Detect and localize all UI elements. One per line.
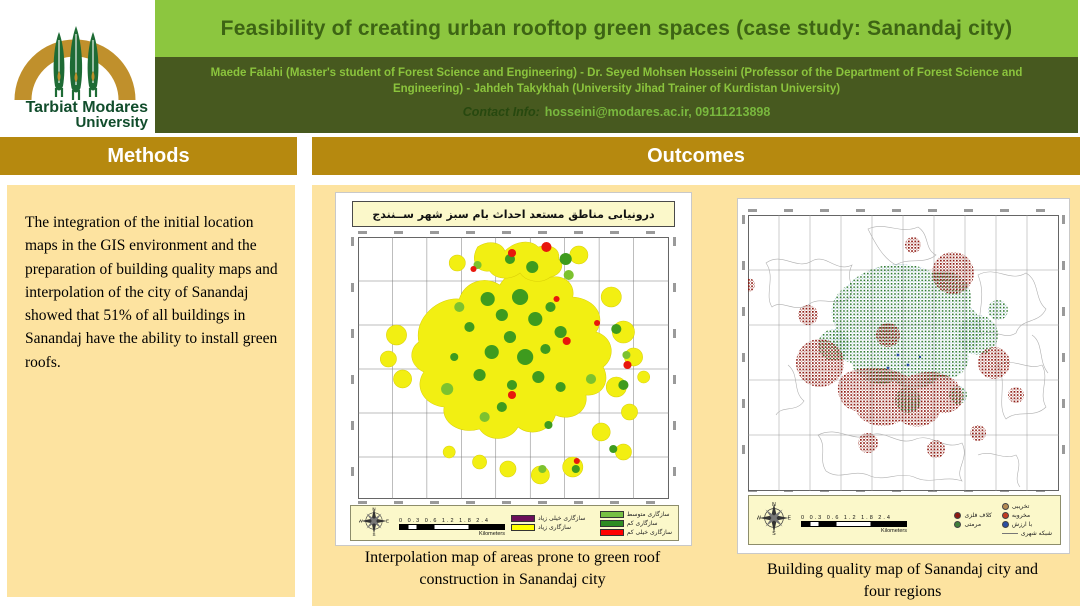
figure2-left-tick-labels bbox=[742, 215, 745, 487]
poster-title-bar: Feasibility of creating urban rooftop gr… bbox=[155, 0, 1078, 57]
svg-text:S: S bbox=[772, 531, 776, 535]
legend-item: با ارزش bbox=[1002, 521, 1052, 528]
legend-item: سازگاری خیلی کم bbox=[600, 529, 672, 536]
demolition-dot bbox=[1002, 503, 1009, 510]
figure2-top-tick-labels bbox=[748, 209, 1059, 212]
logo-cypress-trees bbox=[54, 26, 99, 100]
figure1-scale-bar: 0 0.3 0.6 1.2 1.8 2.4 Kilometers bbox=[399, 518, 505, 537]
figure2-right-tick-labels bbox=[1062, 215, 1065, 487]
figure1-right-tick-labels bbox=[673, 237, 676, 499]
poster-page: Tarbiat Modares University Feasibility o… bbox=[0, 0, 1084, 606]
figure2-legend: N S W E 0 0.3 0.6 1.2 1.8 2.4 Kilometers… bbox=[748, 495, 1061, 545]
figure1-caption: Interpolation map of areas prone to gree… bbox=[335, 547, 690, 590]
figure1-map-title-fa: درونیابی مناطق مستعد احداث بام سبز شهر س… bbox=[352, 201, 675, 227]
legend-label: سازگاری زیاد bbox=[538, 524, 571, 531]
tarbiat-modares-logo-icon: Tarbiat Modares University bbox=[0, 0, 152, 130]
legend-item: سازگاری زیاد bbox=[511, 524, 585, 531]
scale-unit: Kilometers bbox=[881, 528, 907, 534]
interpolation-map-image bbox=[358, 237, 669, 499]
methods-panel: The integration of the initial location … bbox=[7, 185, 295, 597]
legend-label: سازگاری کم bbox=[627, 520, 658, 527]
ruined-dot bbox=[1002, 512, 1009, 519]
valuable-dot bbox=[1002, 521, 1009, 528]
figure1-legend-col2: سازگاری متوسط سازگاری کم سازگاری خیلی کم bbox=[600, 511, 672, 536]
low-swatch bbox=[600, 520, 624, 527]
svg-text:N: N bbox=[372, 506, 375, 511]
legend-item: سازگاری خیلی زیاد bbox=[511, 515, 585, 522]
figure2-caption: Building quality map of Sanandaj city an… bbox=[737, 559, 1068, 602]
legend-item: تخریبی bbox=[1002, 503, 1052, 510]
legend-label: سازگاری خیلی زیاد bbox=[538, 515, 585, 522]
legend-label: با ارزش bbox=[1012, 521, 1032, 528]
very-high-swatch bbox=[511, 515, 535, 522]
methods-body-text: The integration of the initial location … bbox=[25, 211, 279, 374]
logo-text-line2: University bbox=[75, 114, 148, 130]
figure1-bottom-tick-labels bbox=[358, 501, 669, 504]
figure2-scale-bar: 0 0.3 0.6 1.2 1.8 2.4 Kilometers bbox=[801, 515, 907, 534]
figure2-map-plot bbox=[748, 215, 1059, 487]
legend-item: سازگاری کم bbox=[600, 520, 672, 527]
figure2-card: N S W E 0 0.3 0.6 1.2 1.8 2.4 Kilometers… bbox=[737, 198, 1070, 554]
metal-frame-dot bbox=[954, 512, 961, 519]
urban-network-line bbox=[1002, 533, 1018, 534]
figure2-compass-icon: N S W E bbox=[757, 501, 791, 540]
outcomes-title: Outcomes bbox=[647, 145, 745, 168]
legend-item: مخروبه bbox=[1002, 512, 1052, 519]
contact-line: Contact Info: hosseini@modares.ac.ir, 091… bbox=[155, 105, 1078, 119]
figure1-card: درونیابی مناطق مستعد احداث بام سبز شهر س… bbox=[335, 192, 692, 546]
legend-label: مرمتی bbox=[964, 521, 981, 528]
figure2-legend-right-col: تخریبی مخروبه با ارزش شبکه شهری bbox=[1002, 503, 1052, 537]
legend-item: کلاف فلزی bbox=[954, 512, 991, 519]
svg-text:E: E bbox=[386, 518, 389, 523]
methods-section-header: Methods bbox=[0, 137, 297, 175]
legend-label: تخریبی bbox=[1012, 503, 1029, 510]
legend-item: سازگاری متوسط bbox=[600, 511, 672, 518]
legend-label: سازگاری متوسط bbox=[627, 511, 670, 518]
authors-bar: Maede Falahi (Master's student of Forest… bbox=[155, 57, 1078, 133]
svg-text:N: N bbox=[772, 502, 776, 508]
outcomes-section-header: Outcomes bbox=[312, 137, 1080, 175]
figure1-legend: N S W E 0 0.3 0.6 1.2 1.8 2.4 Kilometers… bbox=[350, 505, 679, 541]
medium-swatch bbox=[600, 511, 624, 518]
scale-bar-graphic bbox=[399, 524, 505, 530]
figure2-legend-left-col: کلاف فلزی مرمتی bbox=[954, 512, 991, 528]
high-swatch bbox=[511, 524, 535, 531]
figure1-top-tick-labels bbox=[358, 231, 669, 234]
figure1-left-tick-labels bbox=[351, 237, 354, 499]
scale-unit: Kilometers bbox=[479, 531, 505, 537]
legend-item: شبکه شهری bbox=[1002, 530, 1052, 537]
repairable-dot bbox=[954, 521, 961, 528]
legend-label: سازگاری خیلی کم bbox=[627, 529, 672, 536]
scale-bar-graphic bbox=[801, 521, 907, 527]
figure1-legend-col1: سازگاری خیلی زیاد سازگاری زیاد bbox=[511, 515, 585, 531]
figure1-compass-icon: N S W E bbox=[359, 506, 389, 541]
methods-title: Methods bbox=[107, 145, 189, 168]
contact-label: Contact Info: bbox=[463, 105, 540, 119]
outcomes-panel: درونیابی مناطق مستعد احداث بام سبز شهر س… bbox=[312, 185, 1080, 606]
university-logo: Tarbiat Modares University bbox=[0, 0, 155, 133]
legend-label: شبکه شهری bbox=[1021, 530, 1052, 537]
svg-text:S: S bbox=[372, 532, 375, 536]
legend-label: کلاف فلزی bbox=[964, 512, 991, 519]
contact-value: hosseini@modares.ac.ir, 09111213898 bbox=[545, 105, 771, 119]
svg-text:E: E bbox=[788, 515, 791, 521]
very-low-swatch bbox=[600, 529, 624, 536]
figure1-map-plot bbox=[358, 237, 669, 499]
svg-text:W: W bbox=[757, 515, 761, 521]
authors-line: Maede Falahi (Master's student of Forest… bbox=[177, 65, 1057, 97]
legend-label: مخروبه bbox=[1012, 512, 1030, 519]
building-quality-map-image bbox=[748, 215, 1059, 491]
poster-title: Feasibility of creating urban rooftop gr… bbox=[221, 17, 1013, 41]
legend-item: مرمتی bbox=[954, 521, 991, 528]
